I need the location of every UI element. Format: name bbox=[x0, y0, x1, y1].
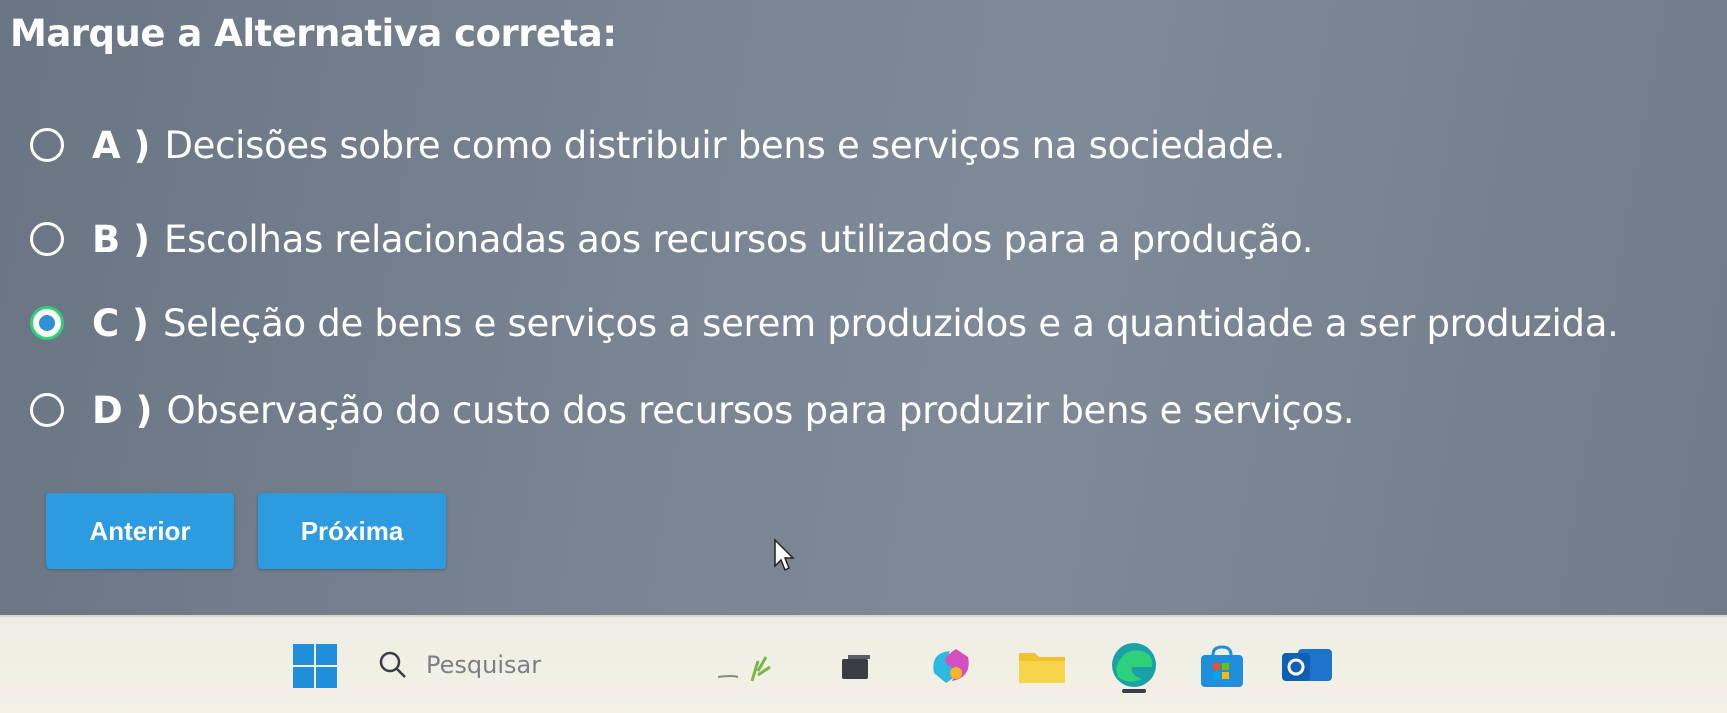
widgets-icon[interactable] bbox=[712, 647, 792, 689]
taskbar: Pesquisar bbox=[0, 615, 1727, 713]
taskbar-search-box[interactable]: Pesquisar bbox=[378, 639, 678, 691]
search-placeholder: Pesquisar bbox=[426, 651, 542, 679]
radio-button-b[interactable] bbox=[30, 222, 64, 256]
edge-browser-icon[interactable] bbox=[1108, 639, 1160, 695]
option-c[interactable]: C ) Seleção de bens e serviços a serem p… bbox=[30, 293, 1619, 353]
option-letter: C ) bbox=[92, 301, 149, 345]
file-explorer-icon[interactable] bbox=[1017, 645, 1067, 687]
radio-button-c-selected[interactable] bbox=[30, 306, 64, 340]
task-view-icon[interactable] bbox=[838, 653, 874, 683]
mouse-pointer-icon bbox=[774, 538, 795, 572]
option-text: Seleção de bens e serviços a serem produ… bbox=[162, 301, 1619, 345]
radio-button-a[interactable] bbox=[30, 128, 64, 162]
previous-button[interactable]: Anterior bbox=[46, 493, 234, 569]
option-a[interactable]: A ) Decisões sobre como distribuir bens … bbox=[30, 115, 1285, 175]
windows-start-icon[interactable] bbox=[292, 643, 338, 689]
option-letter: A ) bbox=[92, 123, 151, 167]
search-icon bbox=[379, 651, 406, 678]
option-d[interactable]: D ) Observação do custo dos recursos par… bbox=[30, 380, 1355, 440]
option-text: Observação do custo dos recursos para pr… bbox=[166, 388, 1355, 432]
microsoft-store-icon[interactable] bbox=[1199, 645, 1245, 689]
outlook-icon[interactable] bbox=[1280, 643, 1334, 689]
option-letter: B ) bbox=[92, 217, 150, 261]
option-b[interactable]: B ) Escolhas relacionadas aos recursos u… bbox=[30, 209, 1313, 269]
radio-button-d[interactable] bbox=[30, 393, 64, 427]
quiz-screen: Marque a Alternativa correta: A ) Decisõ… bbox=[0, 0, 1727, 615]
next-button[interactable]: Próxima bbox=[258, 493, 446, 569]
question-title: Marque a Alternativa correta: bbox=[10, 12, 617, 55]
option-text: Decisões sobre como distribuir bens e se… bbox=[164, 123, 1286, 167]
option-letter: D ) bbox=[92, 388, 153, 432]
copilot-icon[interactable] bbox=[926, 643, 976, 689]
option-text: Escolhas relacionadas aos recursos utili… bbox=[164, 217, 1314, 261]
